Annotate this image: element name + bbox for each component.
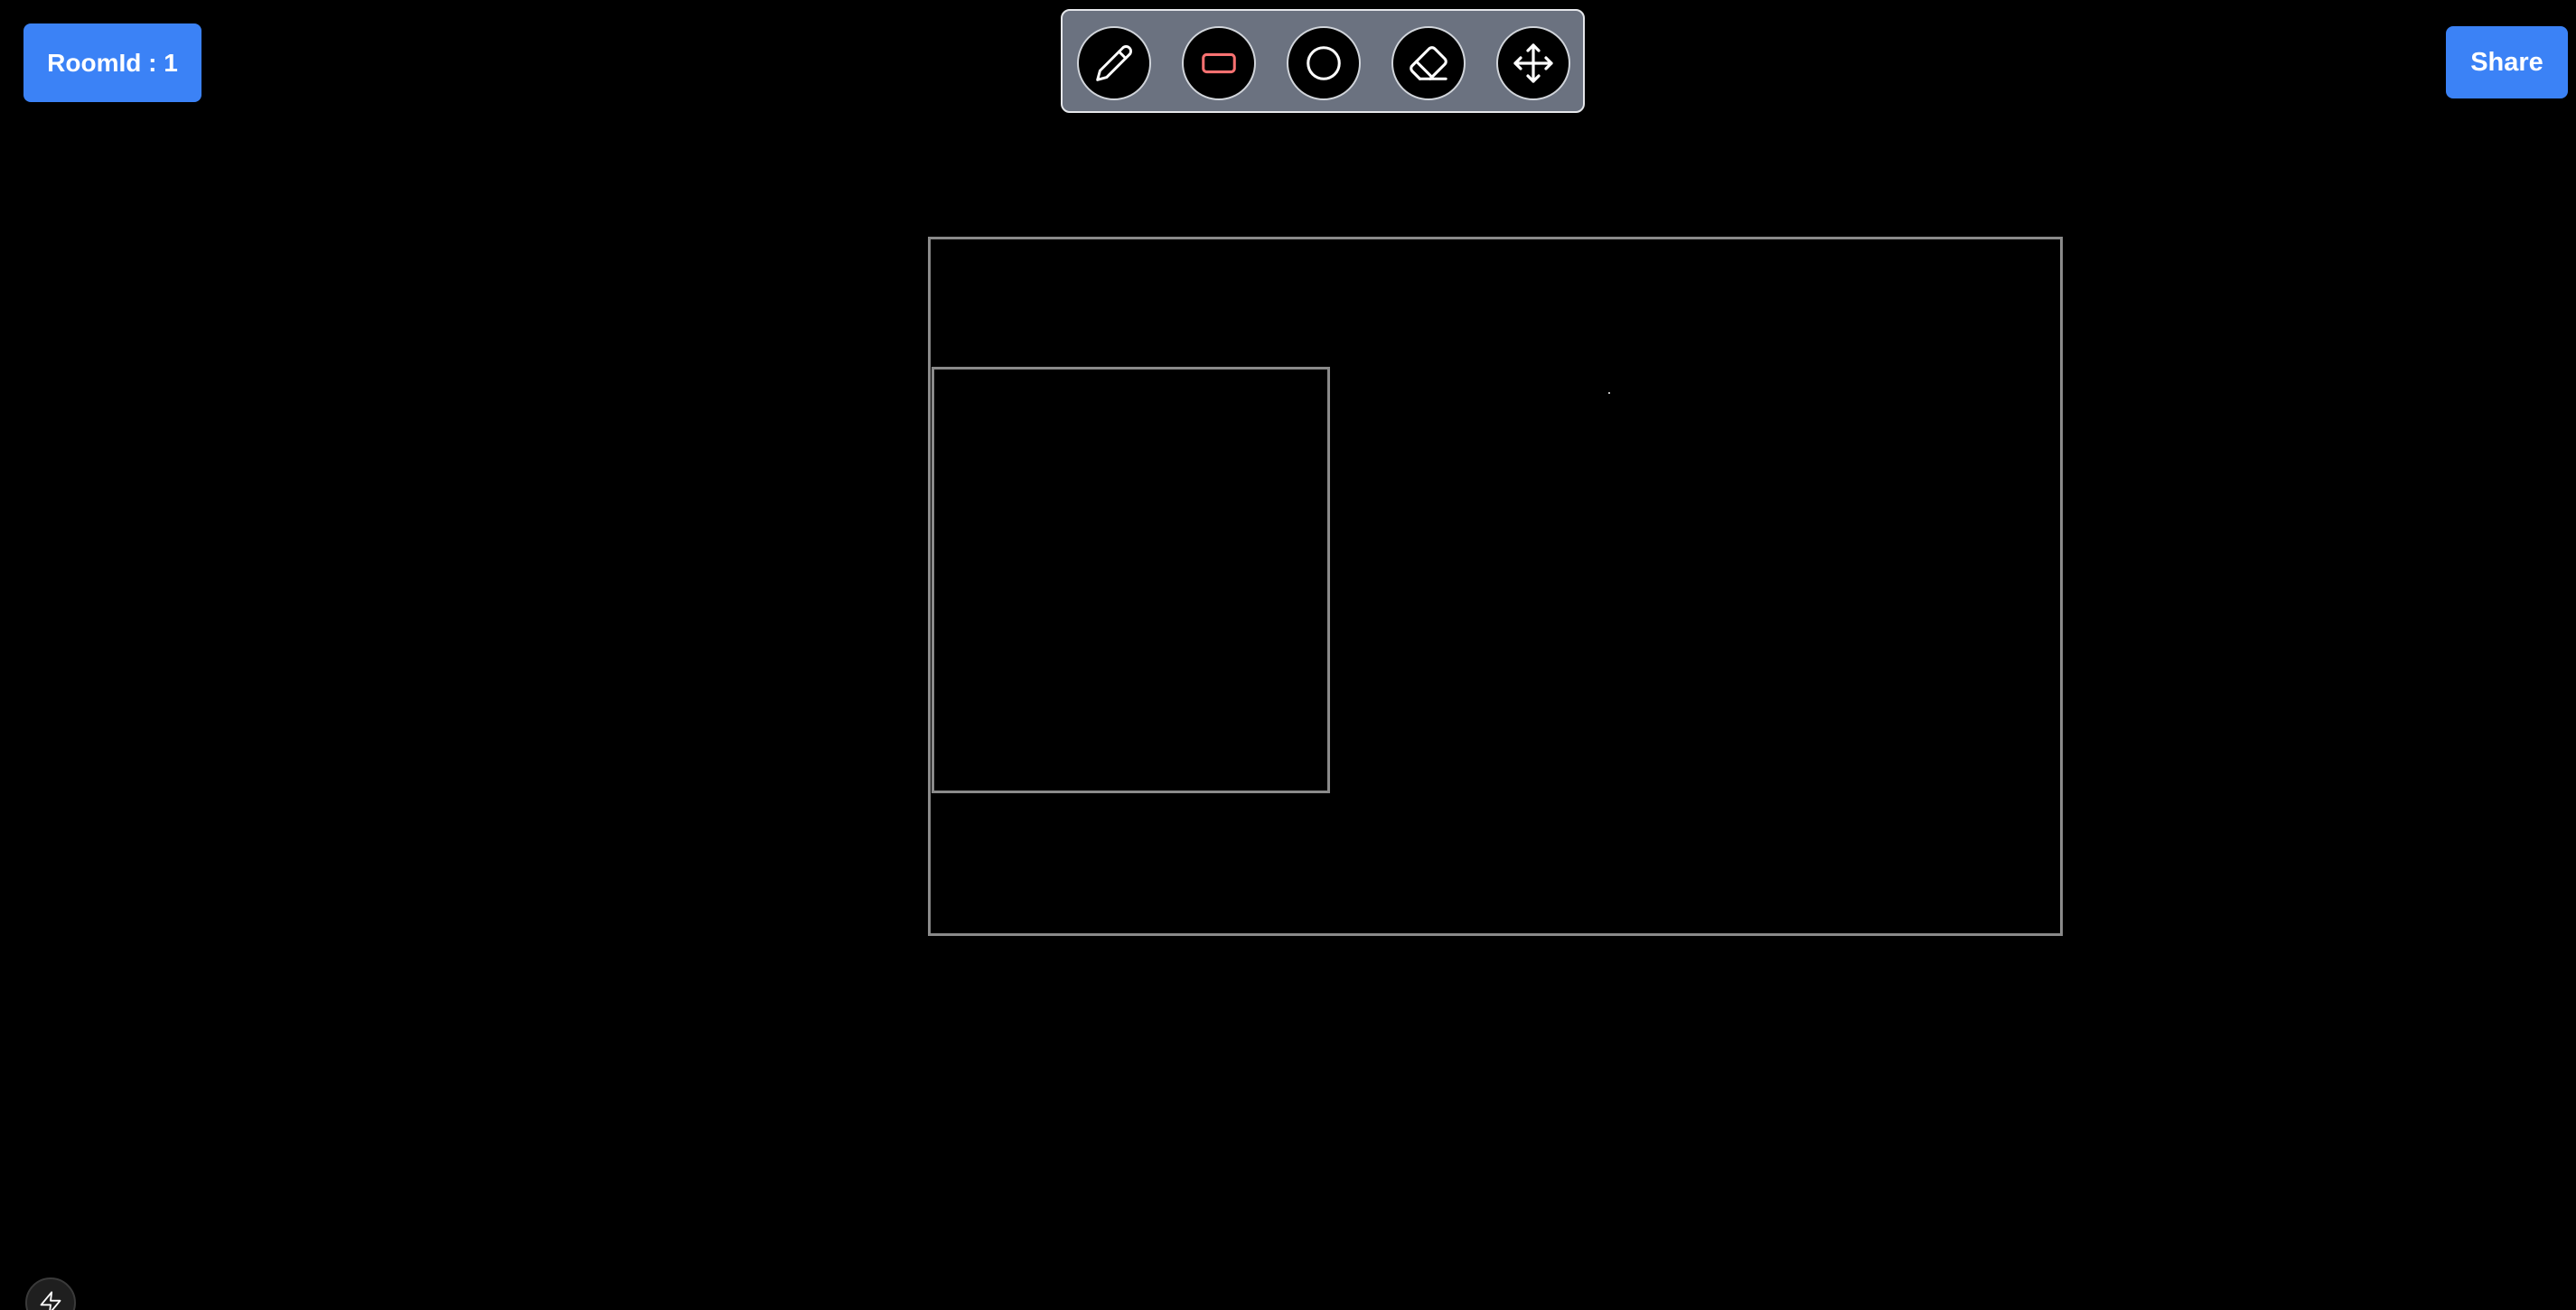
rectangle-icon bbox=[1202, 52, 1236, 74]
circle-icon bbox=[1307, 46, 1341, 80]
drawing-toolbar bbox=[1061, 9, 1585, 113]
lightning-icon bbox=[40, 1291, 61, 1310]
move-icon bbox=[1513, 43, 1553, 83]
share-button[interactable]: Share bbox=[2446, 26, 2568, 98]
move-tool-button[interactable] bbox=[1496, 26, 1570, 100]
eraser-icon bbox=[1410, 46, 1447, 80]
eraser-tool-button[interactable] bbox=[1391, 26, 1466, 100]
whiteboard-page: RoomId : 1 Share bbox=[0, 0, 2576, 1310]
room-id-button[interactable]: RoomId : 1 bbox=[23, 23, 201, 102]
pencil-tool-button[interactable] bbox=[1077, 26, 1151, 100]
pencil-icon bbox=[1096, 45, 1132, 81]
dot-mark bbox=[1608, 392, 1610, 394]
small-rectangle-shape[interactable] bbox=[932, 367, 1330, 793]
drawing-canvas[interactable] bbox=[0, 0, 2576, 1310]
rectangle-tool-button[interactable] bbox=[1182, 26, 1256, 100]
circle-tool-button[interactable] bbox=[1287, 26, 1361, 100]
